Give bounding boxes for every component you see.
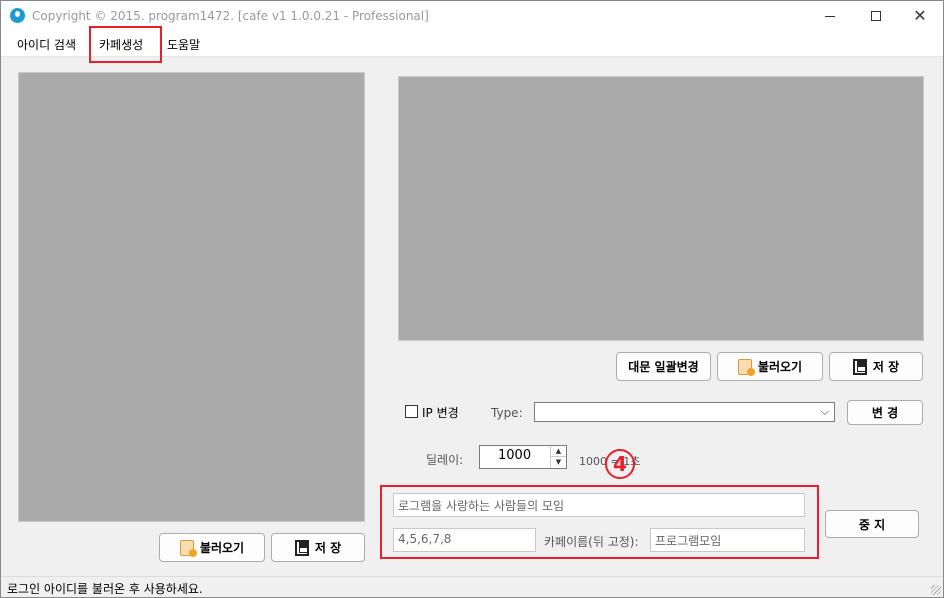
delay-label: 딜레이:: [426, 453, 464, 467]
minimize-button[interactable]: [807, 1, 853, 31]
bulk-change-button[interactable]: 대문 일괄변경: [616, 352, 711, 381]
menu-highlight-box: [89, 26, 162, 63]
chevron-down-icon: ⌵: [820, 405, 829, 418]
type-label: Type:: [491, 406, 523, 420]
save-icon: [294, 539, 309, 556]
load-icon: [737, 358, 755, 376]
delay-spinner[interactable]: 1000 ▲ ▼: [479, 445, 567, 469]
load-icon: [179, 539, 197, 557]
maximize-button[interactable]: [853, 1, 899, 31]
left-load-button[interactable]: 불러오기: [159, 533, 265, 562]
step-badge: 4: [605, 449, 635, 479]
status-text: 로그인 아이디를 불러온 후 사용하세요.: [7, 582, 203, 596]
close-button[interactable]: ✕: [897, 1, 943, 31]
menu-help[interactable]: 도움말: [167, 36, 200, 53]
left-load-label: 불러오기: [199, 541, 245, 555]
right-load-label: 불러오기: [757, 360, 803, 374]
ip-change-label: IP 변경: [422, 406, 459, 420]
status-bar: 로그인 아이디를 불러온 후 사용하세요.: [1, 576, 943, 597]
delay-value: 1000: [498, 448, 532, 463]
app-icon: [10, 8, 25, 23]
cafe-name-input[interactable]: 프로그램모임: [650, 528, 805, 552]
left-save-label: 저 장: [314, 541, 342, 555]
spin-up-icon[interactable]: ▲: [551, 446, 566, 457]
main-window: Copyright © 2015. program1472. [cafe v1 …: [0, 0, 944, 598]
stop-button[interactable]: 중 지: [825, 510, 919, 538]
right-save-label: 저 장: [872, 360, 900, 374]
maximize-icon: [871, 11, 881, 21]
cafe-numbers-input[interactable]: 4,5,6,7,8: [393, 528, 536, 552]
spinner-arrows: ▲ ▼: [550, 446, 566, 468]
change-label: 변 경: [871, 406, 899, 420]
window-title: Copyright © 2015. program1472. [cafe v1 …: [32, 9, 429, 23]
bulk-change-label: 대문 일괄변경: [628, 360, 699, 374]
change-button[interactable]: 변 경: [847, 400, 923, 425]
right-save-button[interactable]: 저 장: [829, 352, 923, 381]
ip-change-checkbox[interactable]: [405, 405, 418, 418]
minimize-icon: [825, 16, 835, 17]
cafe-name-label: 카페이름(뒤 고정):: [544, 535, 639, 549]
left-save-button[interactable]: 저 장: [271, 533, 365, 562]
stop-label: 중 지: [858, 517, 886, 532]
menu-id-search[interactable]: 아이디 검색: [17, 36, 76, 53]
save-icon: [852, 358, 867, 375]
right-load-button[interactable]: 불러오기: [717, 352, 823, 381]
type-select[interactable]: ⌵: [534, 402, 835, 422]
left-image-panel: [18, 72, 365, 522]
spin-down-icon[interactable]: ▼: [551, 457, 566, 468]
resize-grip[interactable]: [931, 585, 941, 595]
cafe-title-input[interactable]: 로그램을 사랑하는 사람들의 모임: [393, 493, 805, 517]
right-image-panel: [398, 76, 924, 341]
